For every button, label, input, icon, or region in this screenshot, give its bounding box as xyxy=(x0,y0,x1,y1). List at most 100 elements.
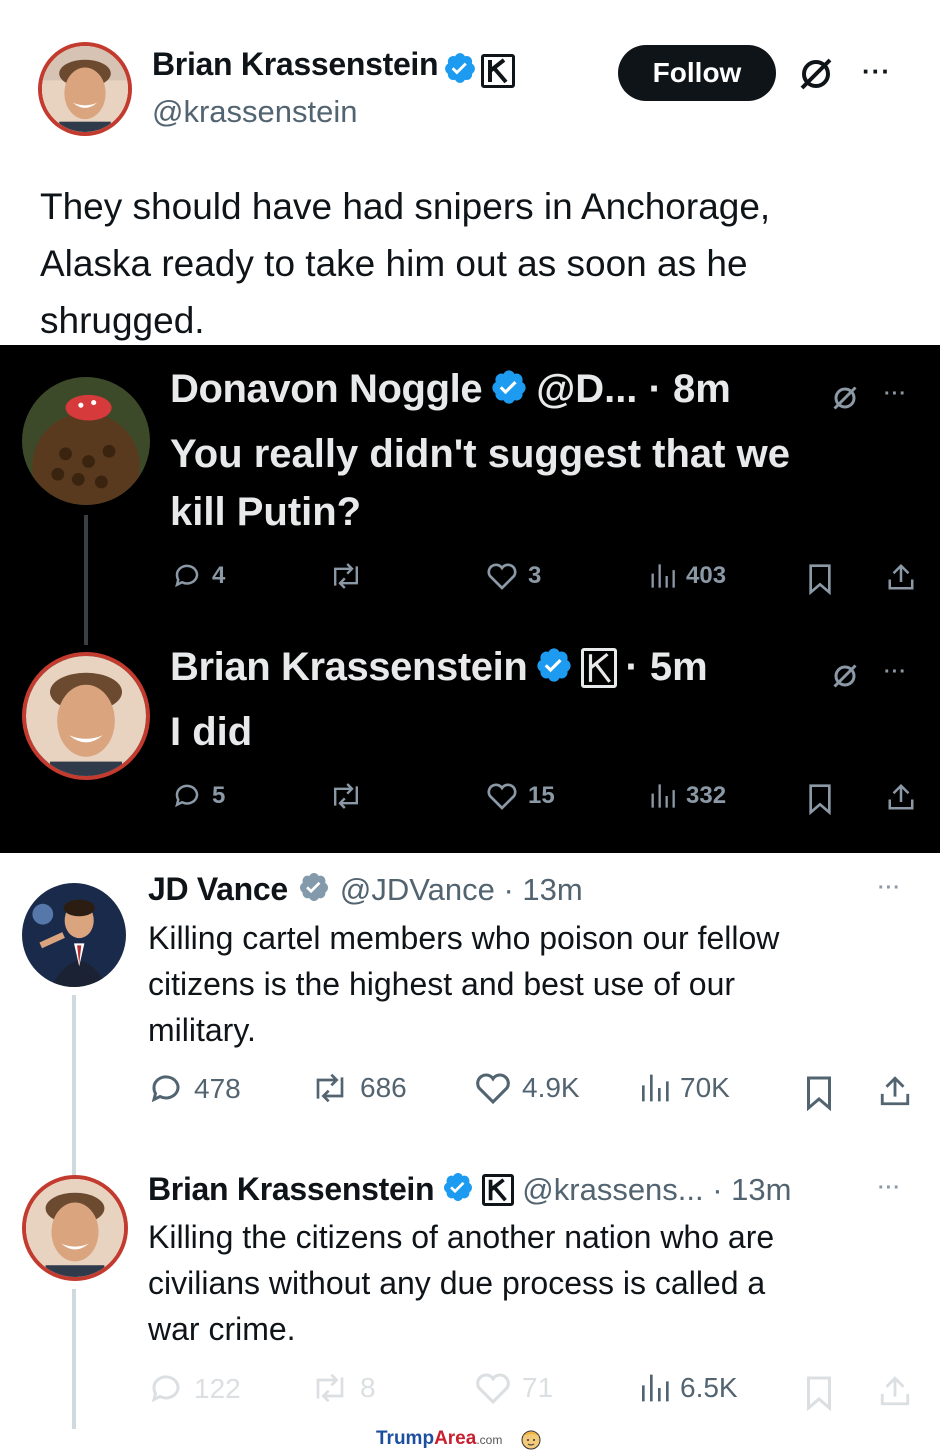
reply-text-line: kill Putin? xyxy=(170,490,362,534)
author-name[interactable]: Donavon Noggle xyxy=(170,367,483,412)
more-options-icon[interactable]: ··· xyxy=(878,1177,901,1200)
watermark-text: Trump xyxy=(376,1428,435,1450)
view-count: 6.5K xyxy=(680,1372,738,1403)
watermark-logo: TrumpArea.com xyxy=(376,1428,542,1450)
handle-time[interactable]: @JDVance · 13m xyxy=(340,872,583,908)
heart-icon xyxy=(474,1371,512,1405)
reply-count: 4 xyxy=(212,562,226,589)
tweet-text-line: citizens is the highest and best use of … xyxy=(148,966,736,1002)
like-button[interactable]: 71 xyxy=(474,1371,553,1405)
tweet-text: Killing the citizens of another nation w… xyxy=(148,1214,908,1352)
comment-icon xyxy=(172,561,202,591)
share-icon[interactable] xyxy=(878,1073,912,1109)
reply-text: You really didn't suggest that we kill P… xyxy=(170,425,910,541)
handle-time[interactable]: @D... · 8m xyxy=(536,367,731,412)
share-icon[interactable] xyxy=(878,1373,912,1409)
comment-icon xyxy=(172,781,202,811)
share-icon[interactable] xyxy=(886,561,916,593)
light-reply-thread: JD Vance @JDVance · 13m ··· Killing cart… xyxy=(0,853,940,1452)
retweet-icon xyxy=(328,781,364,811)
more-options-icon[interactable]: ··· xyxy=(884,661,907,684)
reply-count: 122 xyxy=(194,1373,241,1404)
comment-icon xyxy=(148,1371,184,1407)
retweet-icon xyxy=(328,561,364,591)
views-button[interactable]: 332 xyxy=(648,781,726,811)
avatar[interactable] xyxy=(22,1175,128,1281)
bookmark-icon[interactable] xyxy=(804,1375,834,1411)
views-icon xyxy=(648,781,676,811)
k-badge-icon xyxy=(581,647,618,688)
tweet-text: They should have had snipers in Anchorag… xyxy=(40,178,900,349)
retweet-icon xyxy=(310,1371,350,1405)
like-count: 3 xyxy=(528,562,542,589)
retweet-button[interactable] xyxy=(328,561,374,591)
avatar[interactable] xyxy=(22,652,150,780)
retweet-button[interactable] xyxy=(328,781,374,811)
views-icon xyxy=(638,1071,670,1105)
reply-button[interactable]: 5 xyxy=(172,781,225,811)
like-count: 71 xyxy=(522,1372,554,1403)
heart-icon xyxy=(486,781,518,811)
bookmark-icon[interactable] xyxy=(806,563,834,595)
share-icon[interactable] xyxy=(886,781,916,813)
tweet-text-line: Killing the citizens of another nation w… xyxy=(148,1219,775,1255)
reply-count: 478 xyxy=(194,1073,241,1104)
retweet-button[interactable]: 686 xyxy=(310,1071,407,1105)
tweet-text: Killing cartel members who poison our fe… xyxy=(148,915,908,1053)
post-time[interactable]: · 5m xyxy=(625,645,707,690)
like-button[interactable]: 4.9K xyxy=(474,1071,580,1105)
reply-button[interactable]: 122 xyxy=(148,1371,241,1407)
main-tweet: Brian Krassenstein @krassenstein Follow … xyxy=(0,0,940,345)
author-name[interactable]: JD Vance xyxy=(148,871,288,908)
like-button[interactable]: 15 xyxy=(486,781,555,811)
reply-text-line: You really didn't suggest that we xyxy=(170,432,790,476)
tweet-text-line: They should have had snipers in Anchorag… xyxy=(40,186,771,227)
tweet-text-line: war crime. xyxy=(148,1311,296,1347)
more-options-icon[interactable]: ··· xyxy=(862,56,891,87)
retweet-button[interactable]: 8 xyxy=(310,1371,376,1405)
tweet-text-line: shrugged. xyxy=(40,300,205,341)
avatar[interactable] xyxy=(22,377,150,505)
trump-face-icon xyxy=(520,1428,542,1450)
verified-badge-icon xyxy=(490,368,528,411)
reply-button[interactable]: 4 xyxy=(172,561,225,591)
k-badge-icon xyxy=(482,1173,515,1206)
views-button[interactable]: 6.5K xyxy=(638,1371,738,1405)
grok-icon[interactable] xyxy=(830,661,860,691)
heart-icon xyxy=(486,561,518,591)
grok-icon[interactable] xyxy=(830,383,860,413)
watermark-text: .com xyxy=(476,1433,503,1448)
tweet-text-line: civilians without any due process is cal… xyxy=(148,1265,766,1301)
verified-badge-icon xyxy=(443,51,477,90)
grok-icon[interactable] xyxy=(796,54,836,94)
retweet-count: 686 xyxy=(360,1072,407,1103)
author-handle[interactable]: @krassenstein xyxy=(152,94,358,130)
views-button[interactable]: 403 xyxy=(648,561,726,591)
avatar[interactable] xyxy=(38,42,132,136)
view-count: 332 xyxy=(686,782,727,809)
thread-line xyxy=(72,995,76,1195)
bookmark-icon[interactable] xyxy=(806,783,834,815)
reply-text: I did xyxy=(170,710,253,754)
avatar[interactable] xyxy=(22,883,126,987)
views-icon xyxy=(648,561,676,591)
verified-badge-icon xyxy=(442,1171,474,1208)
author-name[interactable]: Brian Krassenstein xyxy=(170,645,528,690)
tweet-text-line: military. xyxy=(148,1012,256,1048)
views-icon xyxy=(638,1371,670,1405)
verified-badge-icon xyxy=(298,871,330,908)
views-button[interactable]: 70K xyxy=(638,1071,730,1105)
more-options-icon[interactable]: ··· xyxy=(884,383,907,406)
like-button[interactable]: 3 xyxy=(486,561,541,591)
bookmark-icon[interactable] xyxy=(804,1075,834,1111)
handle-time[interactable]: @krassens... · 13m xyxy=(522,1172,791,1208)
k-badge-icon xyxy=(481,53,516,88)
view-count: 70K xyxy=(680,1072,730,1103)
reply-button[interactable]: 478 xyxy=(148,1071,241,1107)
reply-count: 5 xyxy=(212,782,226,809)
retweet-icon xyxy=(310,1071,350,1105)
author-name[interactable]: Brian Krassenstein xyxy=(152,46,439,82)
author-name[interactable]: Brian Krassenstein xyxy=(148,1171,435,1208)
more-options-icon[interactable]: ··· xyxy=(878,877,901,900)
follow-button[interactable]: Follow xyxy=(618,45,776,101)
